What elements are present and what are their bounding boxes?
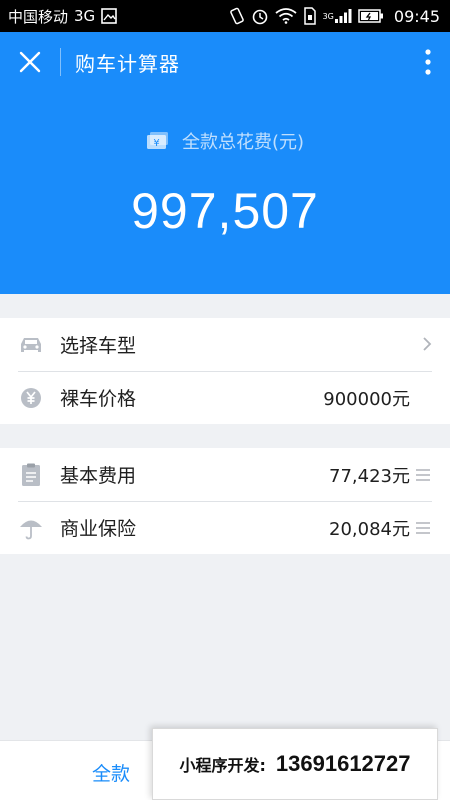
money-icon: ¥	[146, 132, 168, 149]
document-icon	[18, 462, 44, 488]
drag-handle-icon	[416, 520, 430, 539]
image-icon	[101, 7, 117, 25]
status-left: 中国移动 3G	[8, 6, 117, 27]
signal-icon: 3G	[323, 7, 352, 25]
insurance-value: 20,084元	[329, 518, 410, 540]
yen-icon	[18, 385, 44, 411]
basic-fees-value: 77,423元	[329, 465, 410, 487]
vibrate-icon	[229, 7, 245, 25]
sim-icon	[303, 7, 317, 25]
promo-label: 小程序开发:	[179, 756, 266, 775]
money-icon-symbol: ¥	[153, 138, 159, 149]
close-button[interactable]	[0, 32, 60, 92]
car-price-label: 裸车价格	[60, 388, 137, 410]
carrier-name: 中国移动	[8, 7, 69, 26]
select-model-label: 选择车型	[60, 335, 137, 357]
clock-time: 09:45	[393, 6, 440, 26]
total-label: 全款总花费(元)	[181, 132, 305, 153]
alarm-icon	[251, 7, 269, 25]
network-type: 3G	[74, 7, 96, 25]
vehicle-group: 选择车型 裸车价格 900000元	[0, 318, 450, 424]
insurance-label: 商业保险	[60, 518, 137, 540]
page-title: 购车计算器	[75, 51, 180, 76]
insurance-row[interactable]: 商业保险 20,084元	[0, 501, 450, 554]
close-icon	[19, 51, 41, 73]
chevron-right-icon	[422, 336, 432, 356]
total-amount: 997,507	[131, 183, 319, 239]
status-right: 3G 09:45	[229, 7, 440, 26]
basic-fees-label: 基本费用	[60, 465, 137, 487]
car-icon	[18, 332, 44, 358]
drag-handle-icon	[416, 467, 430, 486]
more-menu-button[interactable]	[420, 46, 436, 78]
status-bar: 中国移动 3G 3G 09:45	[0, 0, 450, 32]
header: 购车计算器 ¥ 全款总花费(元) 997,507	[0, 32, 450, 294]
tab-full-payment[interactable]: 全款	[92, 759, 130, 786]
select-model-row[interactable]: 选择车型	[0, 318, 450, 371]
total-label-row: ¥ 全款总花费(元)	[0, 128, 450, 154]
umbrella-icon	[18, 515, 44, 541]
promo-banner: 小程序开发: 13691612727	[152, 728, 438, 800]
basic-fees-row[interactable]: 基本费用 77,423元	[0, 448, 450, 501]
cost-group: 基本费用 77,423元 商业保险 20,084元	[0, 448, 450, 554]
nav-divider	[60, 48, 61, 76]
nav-bar: 购车计算器	[0, 32, 450, 92]
battery-icon	[358, 7, 384, 25]
promo-phone: 13691612727	[275, 751, 411, 776]
more-vertical-icon	[425, 49, 431, 75]
signal-network-label: 3G	[322, 11, 334, 21]
car-price-row[interactable]: 裸车价格 900000元	[0, 371, 450, 424]
wifi-icon	[275, 7, 297, 25]
car-price-value: 900000元	[323, 388, 410, 410]
